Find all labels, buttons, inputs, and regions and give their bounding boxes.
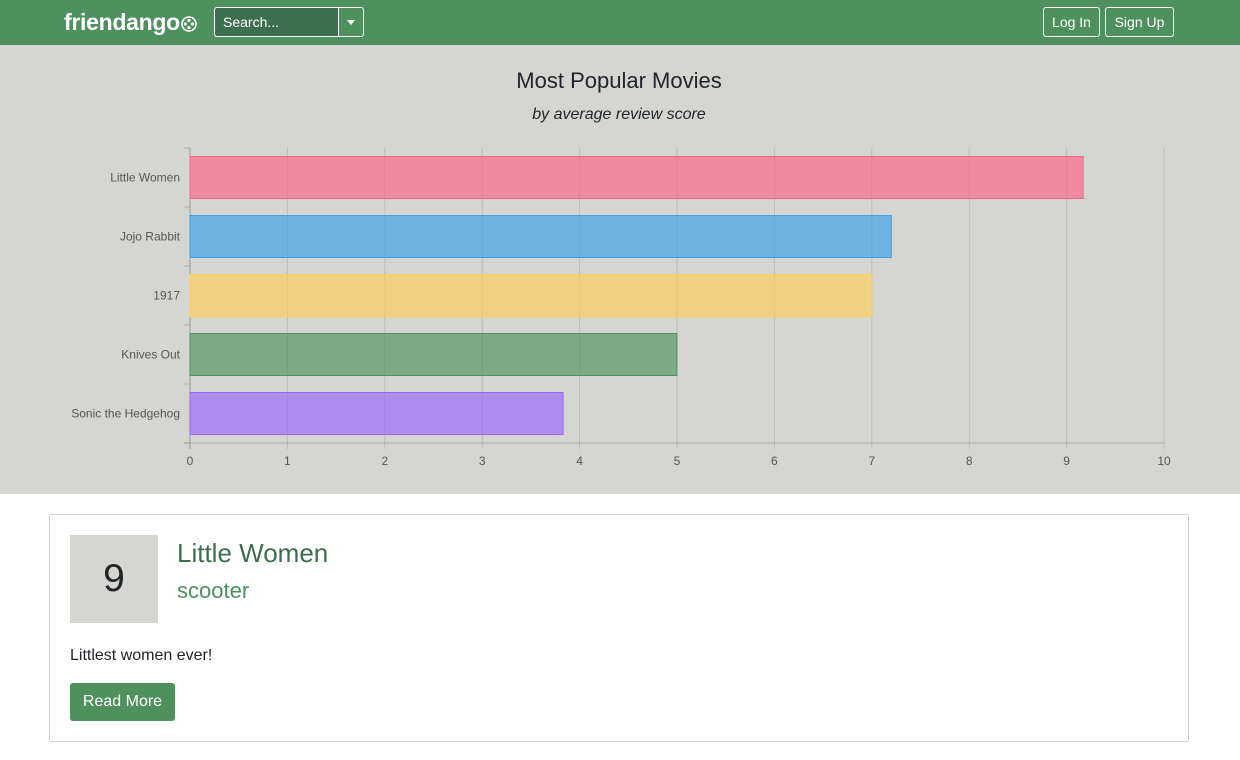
x-tick-label: 6 [771, 454, 778, 468]
y-category-label: Little Women [110, 171, 180, 185]
chart-subtitle: by average review score [532, 106, 706, 123]
x-tick-label: 5 [674, 454, 681, 468]
x-tick-label: 3 [479, 454, 486, 468]
y-category-label: Knives Out [121, 348, 180, 362]
review-score: 9 [70, 535, 158, 623]
search-dropdown-button[interactable] [338, 7, 364, 37]
popular-movies-chart: 0 1 2 3 4 5 6 7 8 9 10 Little Women Jojo Rabbit 1917… [0, 45, 1240, 494]
chart-x-ticks: 0 1 2 3 4 5 6 7 8 9 10 [187, 454, 1171, 468]
chart-title: Most Popular Movies [516, 68, 721, 93]
chart-canvas: 0 1 2 3 4 5 6 7 8 9 10 Little Women Jojo Rabbit 1917… [71, 68, 1171, 468]
y-category-label: 1917 [153, 289, 180, 303]
bar-sonic-the-hedgehog[interactable] [189, 392, 564, 435]
login-button[interactable]: Log In [1043, 7, 1100, 37]
x-tick-label: 2 [381, 454, 388, 468]
caret-down-icon [347, 19, 355, 25]
search-group [214, 7, 364, 37]
brand-name: friendango [64, 8, 180, 35]
x-tick-label: 10 [1157, 454, 1171, 468]
bar-1917[interactable] [189, 274, 873, 317]
review-movie-title[interactable]: Little Women [177, 537, 328, 569]
signup-button[interactable]: Sign Up [1105, 7, 1174, 37]
y-category-label: Sonic the Hedgehog [71, 407, 180, 421]
review-username[interactable]: scooter [177, 577, 249, 605]
x-tick-label: 7 [868, 454, 875, 468]
review-card: 9 Little Women scooter Littlest women ev… [49, 514, 1189, 742]
x-tick-label: 4 [576, 454, 583, 468]
x-tick-label: 0 [187, 454, 194, 468]
brand-logo[interactable]: friendango [64, 6, 197, 38]
chart-bars [189, 156, 1084, 435]
film-reel-icon [181, 15, 197, 32]
bar-jojo-rabbit[interactable] [189, 215, 892, 258]
bar-little-women[interactable] [189, 156, 1084, 199]
x-tick-label: 8 [966, 454, 973, 468]
read-more-button[interactable]: Read More [70, 683, 175, 721]
x-tick-label: 1 [284, 454, 291, 468]
review-body: Littlest women ever! [70, 647, 213, 664]
chart-y-labels: Little Women Jojo Rabbit 1917 Knives Out Son… [71, 171, 180, 421]
search-input[interactable] [214, 7, 338, 37]
navbar: friendango Log In Sign Up [0, 0, 1240, 45]
x-tick-label: 9 [1063, 454, 1070, 468]
bar-knives-out[interactable] [189, 333, 678, 376]
y-category-label: Jojo Rabbit [120, 230, 181, 244]
